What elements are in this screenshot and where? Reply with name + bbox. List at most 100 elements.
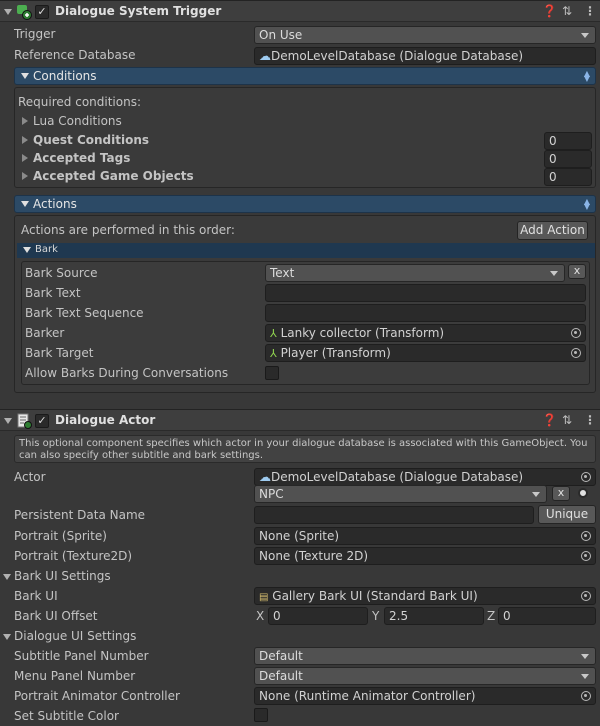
accepted-tags-label[interactable]: Accepted Tags [33, 151, 130, 165]
trigger-component-header[interactable]: ✓ Dialogue System Trigger ❓ ⇅ ⋮ [0, 0, 600, 22]
bark-ui-field[interactable]: ▤ Gallery Bark UI (Standard Bark UI) [254, 587, 596, 605]
trigger-enabled-checkbox[interactable]: ✓ [35, 5, 49, 19]
bark-source-dropdown[interactable]: Text [265, 264, 565, 282]
record-icon[interactable] [578, 488, 588, 498]
accepted-objects-count[interactable]: 0 [544, 168, 592, 186]
script-icon [16, 413, 32, 429]
object-picker-icon[interactable] [581, 531, 591, 541]
offset-y-field[interactable]: 2.5 [384, 607, 484, 625]
object-picker-icon[interactable] [581, 472, 591, 482]
trigger-component-icon [16, 4, 32, 20]
database-icon: ☁ [259, 49, 271, 63]
actor-dropdown-value: NPC [259, 487, 284, 501]
portrait-sprite-value: None (Sprite) [259, 529, 340, 543]
quest-conditions-label[interactable]: Quest Conditions [33, 133, 149, 147]
portrait-animator-value: None (Runtime Animator Controller) [259, 689, 476, 703]
barker-field[interactable]: ⅄ Lanky collector (Transform) [265, 324, 586, 342]
accepted-tags-count[interactable]: 0 [544, 150, 592, 168]
reference-db-field[interactable]: ☁DemoLevelDatabase (Dialogue Database) [254, 47, 596, 65]
dialogue-ui-settings-heading[interactable]: Dialogue UI Settings [14, 629, 136, 643]
subtitle-panel-value: Default [259, 649, 303, 663]
portrait-sprite-field[interactable]: None (Sprite) [254, 527, 596, 545]
settings-sliders-icon[interactable]: ⇅ [562, 5, 572, 17]
collapse-arrow-icon[interactable] [4, 418, 12, 424]
bark-text-field[interactable] [265, 284, 586, 302]
chevron-down-icon [581, 654, 589, 659]
expand-arrow-icon[interactable] [22, 136, 28, 144]
menu-panel-value: Default [259, 669, 303, 683]
actor-db-value: DemoLevelDatabase (Dialogue Database) [271, 470, 524, 484]
actor-component-header[interactable]: ✓ Dialogue Actor ❓ ⇅ ⋮ [0, 409, 600, 431]
component-icon: ▤ [259, 592, 269, 603]
collapse-arrow-icon [21, 201, 29, 207]
bark-text-label: Bark Text [25, 286, 81, 300]
conditions-foldout[interactable]: Conditions ▲ ▼ [14, 67, 596, 85]
bark-ui-value: Gallery Bark UI (Standard Bark UI) [272, 589, 478, 603]
remove-action-button[interactable]: x [568, 264, 586, 279]
collapse-arrow-icon[interactable] [3, 574, 11, 580]
actor-help-box: This optional component specifies which … [14, 435, 596, 463]
barker-value: Lanky collector (Transform) [280, 326, 445, 340]
subtitle-color-label: Set Subtitle Color [14, 709, 119, 723]
collapse-arrow-icon[interactable] [4, 9, 12, 15]
unique-button[interactable]: Unique [538, 505, 596, 524]
database-icon: ☁ [259, 470, 271, 484]
transform-icon: ⅄ [270, 327, 277, 340]
quest-conditions-count[interactable]: 0 [544, 132, 592, 150]
offset-z-field[interactable]: 0 [498, 607, 596, 625]
actor-db-field[interactable]: ☁DemoLevelDatabase (Dialogue Database) [254, 468, 596, 486]
object-picker-icon[interactable] [581, 591, 591, 601]
persistent-name-label: Persistent Data Name [14, 508, 146, 522]
transform-icon: ⅄ [270, 347, 277, 360]
portrait-texture-field[interactable]: None (Texture 2D) [254, 547, 596, 565]
persistent-name-field[interactable] [254, 506, 534, 524]
bark-foldout[interactable]: Bark [17, 243, 595, 258]
actor-label: Actor [14, 470, 46, 484]
object-picker-icon[interactable] [581, 551, 591, 561]
actor-clear-button[interactable]: x [552, 486, 570, 501]
more-options-icon[interactable]: ⋮ [584, 414, 596, 426]
bark-target-label: Bark Target [25, 346, 94, 360]
reference-db-label: Reference Database [14, 48, 136, 62]
help-icon[interactable]: ❓ [542, 5, 557, 17]
offset-x-field[interactable]: 0 [268, 607, 368, 625]
menu-panel-dropdown[interactable]: Default [254, 667, 596, 685]
accepted-objects-label[interactable]: Accepted Game Objects [33, 169, 194, 183]
chevron-down-icon [581, 33, 589, 38]
reference-db-value: DemoLevelDatabase (Dialogue Database) [271, 49, 524, 63]
expand-arrow-icon[interactable] [22, 117, 28, 125]
bark-sequence-field[interactable] [265, 304, 586, 322]
bark-target-value: Player (Transform) [280, 346, 391, 360]
collapse-arrow-icon [21, 73, 29, 79]
lua-conditions-label[interactable]: Lua Conditions [33, 114, 122, 128]
bark-sequence-label: Bark Text Sequence [25, 306, 144, 320]
actor-enabled-checkbox[interactable]: ✓ [35, 414, 49, 428]
object-picker-icon[interactable] [581, 691, 591, 701]
bark-ui-settings-heading[interactable]: Bark UI Settings [14, 569, 111, 583]
object-picker-icon[interactable] [571, 348, 581, 358]
expand-arrow-icon[interactable] [22, 172, 28, 180]
object-picker-icon[interactable] [571, 328, 581, 338]
portrait-animator-field[interactable]: None (Runtime Animator Controller) [254, 687, 596, 705]
more-options-icon[interactable]: ⋮ [584, 5, 596, 17]
help-icon[interactable]: ❓ [542, 414, 557, 426]
collapse-arrow-icon [23, 247, 31, 253]
add-action-button[interactable]: Add Action [517, 221, 588, 240]
allow-barks-checkbox[interactable] [265, 366, 279, 380]
required-conditions-label: Required conditions: [18, 95, 141, 109]
subtitle-color-checkbox[interactable] [254, 708, 268, 722]
bark-target-field[interactable]: ⅄ Player (Transform) [265, 344, 586, 362]
actor-dropdown[interactable]: NPC [254, 485, 547, 503]
trigger-label: Trigger [14, 27, 56, 41]
expand-arrow-icon[interactable] [22, 154, 28, 162]
portrait-animator-label: Portrait Animator Controller [14, 689, 180, 703]
allow-barks-label: Allow Barks During Conversations [25, 366, 229, 380]
collapse-arrow-icon[interactable] [3, 634, 11, 640]
actions-foldout[interactable]: Actions ▲ ▼ [14, 195, 596, 213]
settings-sliders-icon[interactable]: ⇅ [562, 414, 572, 426]
chevron-down-icon [581, 674, 589, 679]
chevron-down-icon [532, 492, 540, 497]
subtitle-panel-dropdown[interactable]: Default [254, 647, 596, 665]
offset-z-label: Z [487, 609, 496, 623]
trigger-dropdown[interactable]: On Use [254, 26, 596, 44]
